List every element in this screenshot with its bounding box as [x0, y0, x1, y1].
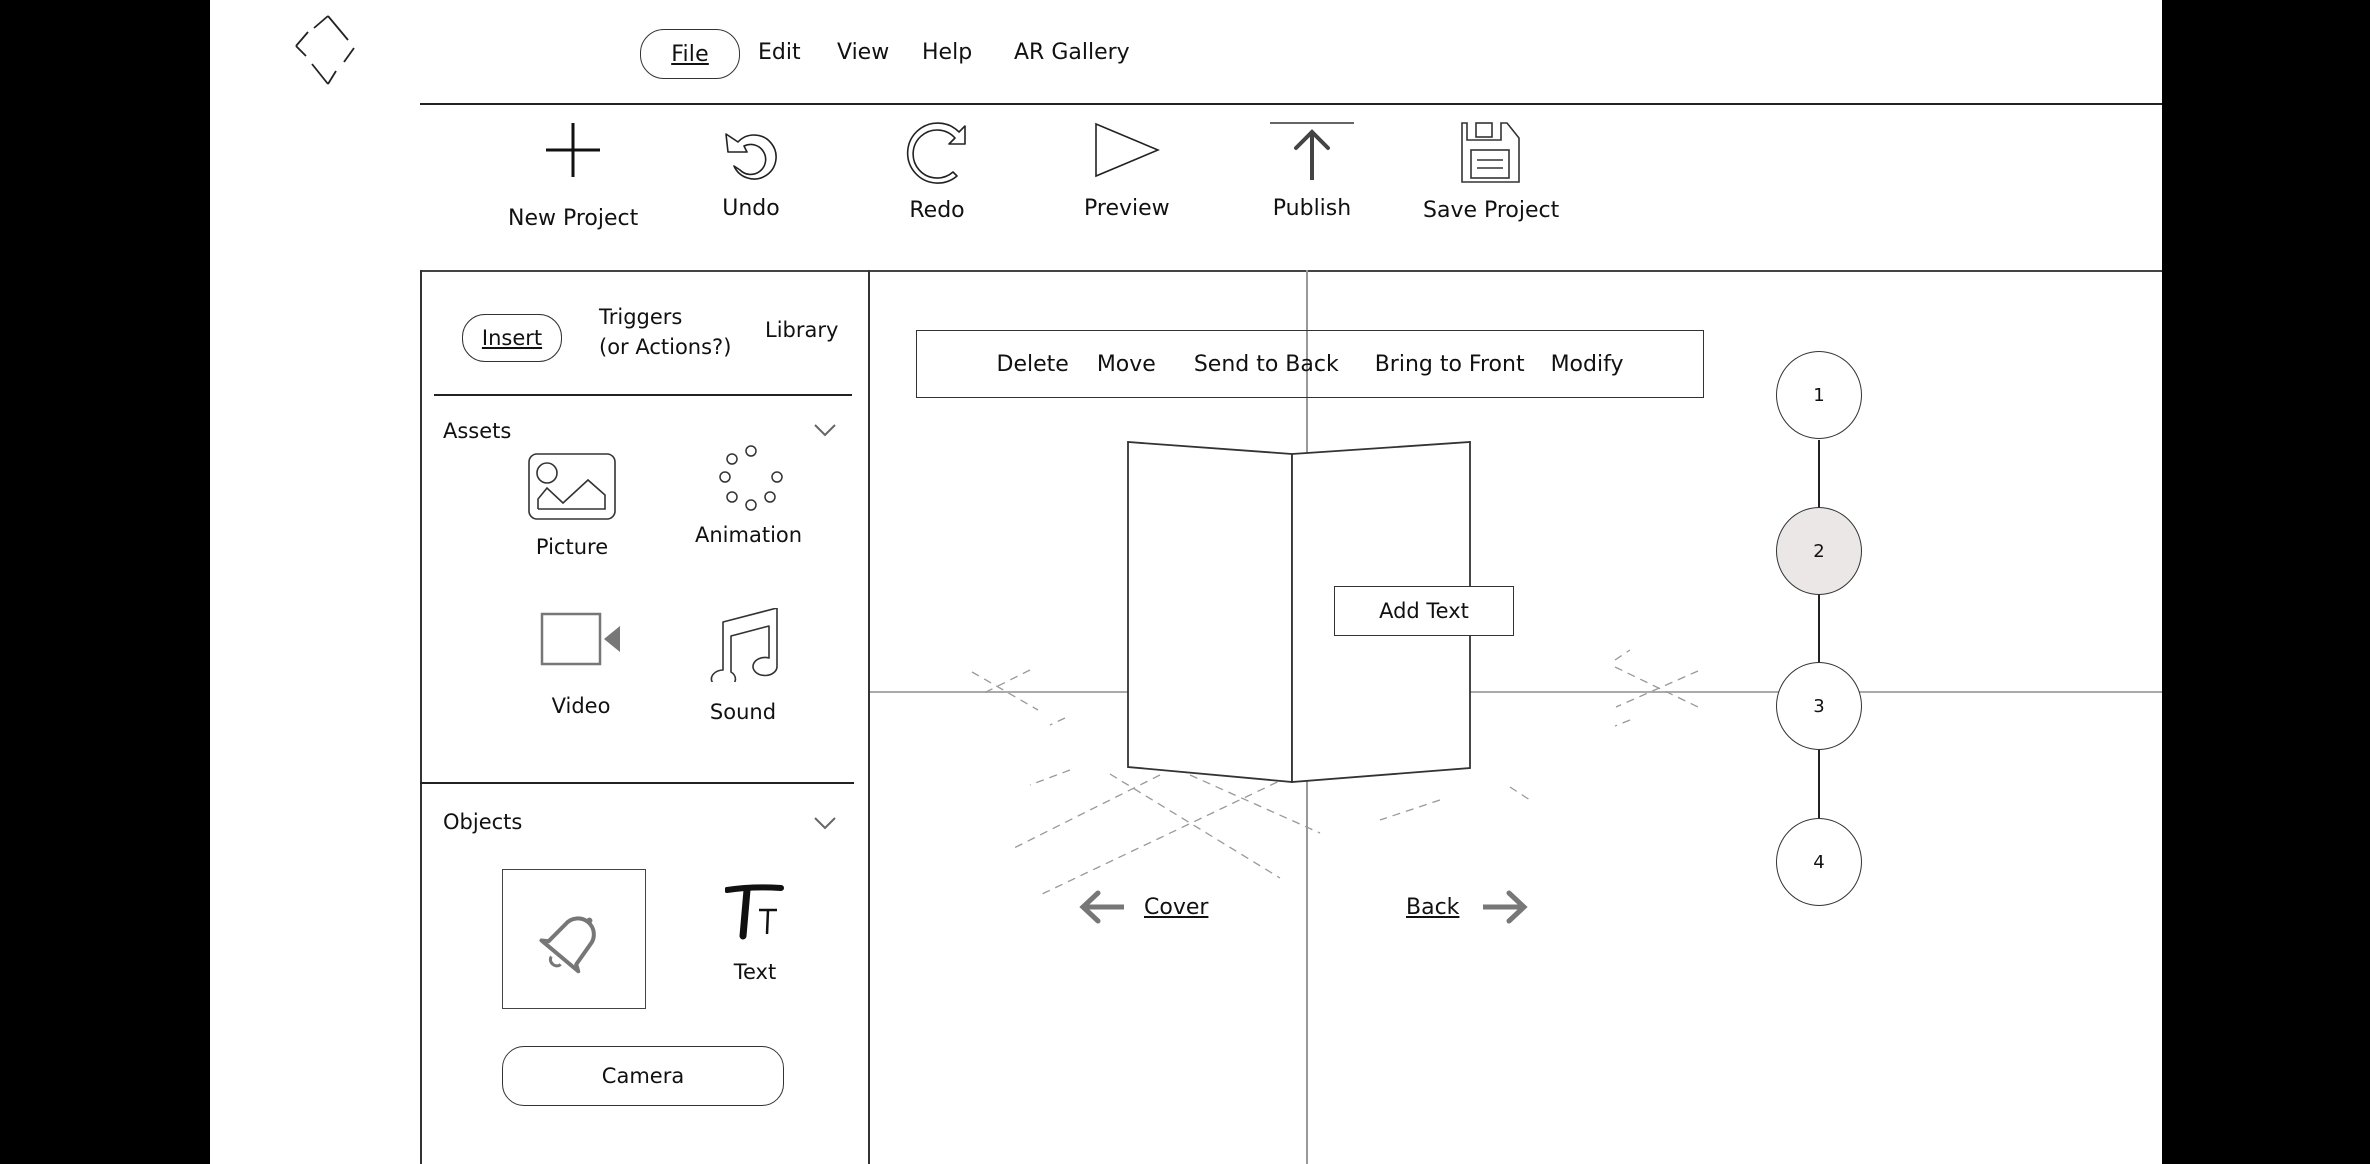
- redo-label: Redo: [909, 198, 965, 223]
- publish-label: Publish: [1272, 196, 1352, 221]
- undo-icon: [725, 133, 777, 180]
- menu-view[interactable]: View: [837, 40, 889, 65]
- play-icon: [1095, 122, 1160, 178]
- asset-animation-label: Animation: [695, 523, 803, 547]
- next-page-label[interactable]: Back: [1406, 895, 1459, 920]
- object-text-label: Text: [733, 960, 777, 984]
- arrow-left-icon: [1079, 890, 1124, 924]
- asset-picture-label: Picture: [535, 535, 609, 559]
- asset-sound-label: Sound: [709, 700, 777, 724]
- save-project-button[interactable]: Save Project: [1423, 120, 1559, 223]
- logo-diamond-icon[interactable]: [292, 14, 364, 86]
- page-step-4[interactable]: 4: [1776, 818, 1862, 906]
- undo-button[interactable]: Undo: [720, 120, 782, 221]
- sidebar-left-border: [420, 270, 422, 1164]
- sidebar-tabs-divider: [434, 394, 852, 396]
- tab-triggers[interactable]: Triggers (or Actions?): [599, 302, 731, 362]
- action-move[interactable]: Move: [1097, 352, 1156, 377]
- action-delete[interactable]: Delete: [997, 352, 1069, 377]
- menu-help[interactable]: Help: [922, 40, 972, 65]
- assets-objects-divider: [420, 782, 854, 784]
- action-send-to-back[interactable]: Send to Back: [1194, 352, 1339, 377]
- redo-icon: [906, 122, 966, 184]
- asset-video[interactable]: Video: [540, 612, 622, 718]
- publish-button[interactable]: Publish: [1270, 120, 1354, 221]
- add-text-button[interactable]: Add Text: [1334, 586, 1514, 636]
- card-left-panel[interactable]: [1127, 441, 1293, 783]
- camera-button[interactable]: Camera: [502, 1046, 784, 1106]
- music-note-icon: [710, 608, 778, 682]
- page-step-2[interactable]: 2: [1776, 507, 1862, 595]
- redo-button[interactable]: Redo: [905, 120, 969, 223]
- text-size-icon: [725, 884, 784, 940]
- menu-ar-gallery[interactable]: AR Gallery: [1014, 40, 1130, 65]
- preview-button[interactable]: Preview: [1084, 120, 1170, 221]
- asset-picture[interactable]: Picture: [528, 453, 616, 559]
- preview-label: Preview: [1084, 196, 1170, 221]
- menu-file[interactable]: File: [640, 29, 740, 79]
- tab-library[interactable]: Library: [765, 318, 838, 342]
- objects-chevron-down-icon[interactable]: [813, 816, 837, 830]
- undo-label: Undo: [722, 196, 780, 221]
- assets-chevron-down-icon[interactable]: [813, 423, 837, 437]
- asset-video-label: Video: [551, 694, 611, 718]
- menu-edit[interactable]: Edit: [758, 40, 801, 65]
- tab-triggers-line2: (or Actions?): [599, 335, 732, 359]
- objects-section-title: Objects: [443, 810, 523, 834]
- floppy-disk-icon: [1461, 122, 1520, 183]
- toolbar-divider: [420, 270, 2162, 272]
- prev-page-label[interactable]: Cover: [1144, 895, 1208, 920]
- asset-animation[interactable]: Animation: [695, 445, 802, 547]
- page-step-1[interactable]: 1: [1776, 351, 1862, 439]
- object-text[interactable]: Text: [725, 884, 785, 984]
- upload-icon: [1270, 122, 1354, 180]
- next-page-link[interactable]: Back: [1406, 890, 1529, 924]
- card-preview-area: [971, 441, 1699, 896]
- new-project-button[interactable]: New Project: [508, 120, 638, 231]
- video-camera-icon: [540, 612, 620, 666]
- tab-insert[interactable]: Insert: [462, 314, 562, 362]
- page-stepper-connector: [1818, 440, 1820, 820]
- tab-triggers-line1: Triggers: [599, 305, 683, 329]
- bell-icon: [539, 916, 596, 974]
- prev-page-link[interactable]: Cover: [1078, 890, 1208, 924]
- action-bring-to-front[interactable]: Bring to Front: [1375, 352, 1525, 377]
- save-project-label: Save Project: [1423, 198, 1560, 223]
- assets-section-title: Assets: [443, 419, 512, 443]
- plus-icon: [546, 123, 601, 177]
- action-modify[interactable]: Modify: [1551, 352, 1624, 377]
- new-project-label: New Project: [508, 206, 639, 231]
- context-action-bar: Delete Move Send to Back Bring to Front …: [916, 330, 1704, 398]
- arrow-right-icon: [1483, 890, 1529, 924]
- loading-dots-icon: [718, 445, 783, 511]
- asset-sound[interactable]: Sound: [705, 608, 781, 724]
- menu-divider: [420, 103, 2162, 105]
- page-step-3[interactable]: 3: [1776, 662, 1862, 750]
- app-window: File Edit View Help AR Gallery New Proje…: [210, 0, 2162, 1164]
- picture-icon: [528, 453, 616, 520]
- object-bell[interactable]: [502, 869, 646, 1009]
